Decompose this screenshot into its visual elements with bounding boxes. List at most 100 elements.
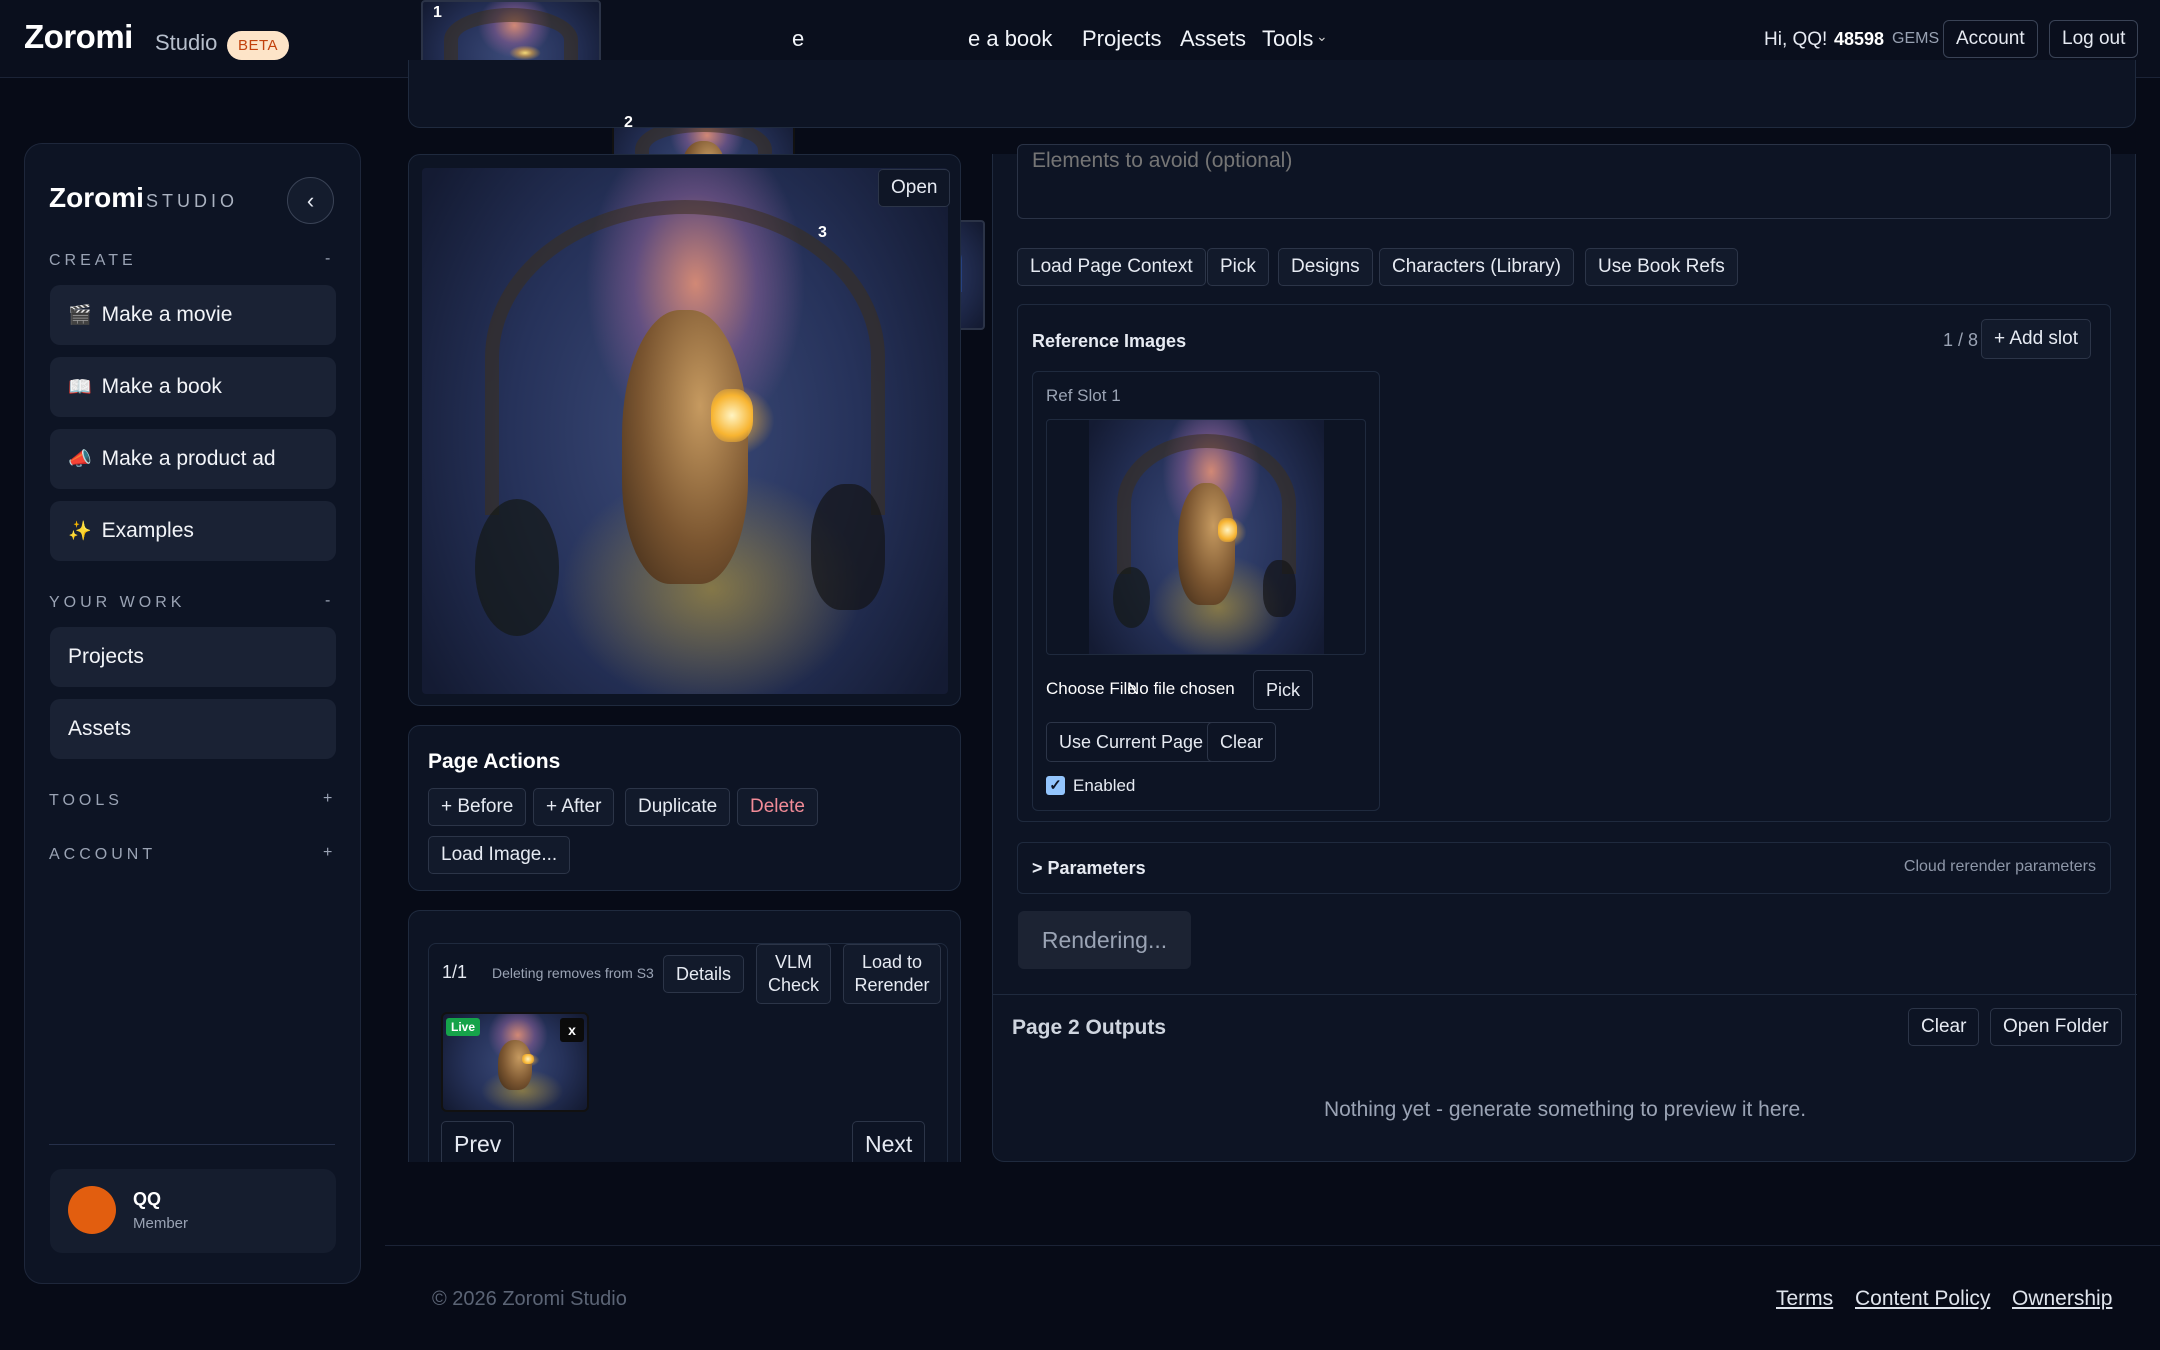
sidebar-item-label: Make a movie (101, 303, 233, 326)
logout-button[interactable]: Log out (2049, 20, 2139, 58)
outputs-empty-message: Nothing yet - generate something to prev… (1323, 1098, 1807, 1121)
insert-after-button[interactable]: + After (533, 788, 615, 826)
use-current-page-button[interactable]: Use Current Page (1046, 722, 1217, 762)
brand-logo[interactable]: Zoromi (24, 18, 133, 56)
ref-slot-1: Ref Slot 1 Choose File No file chosen Pi… (1032, 371, 1380, 811)
clapper-icon: 🎬 (68, 305, 92, 326)
next-button[interactable]: Next (852, 1121, 926, 1162)
megaphone-icon: 📣 (68, 449, 92, 470)
elements-to-avoid-field[interactable] (1017, 144, 2111, 219)
open-image-button[interactable]: Open (878, 169, 951, 207)
outputs-divider (993, 994, 2137, 995)
sidebar-item-projects[interactable]: Projects (50, 627, 336, 687)
slot-count: 1 / 8 (1943, 330, 1979, 350)
parameters-hint: Cloud rerender parameters (1903, 858, 2096, 875)
section-tools: TOOLS (49, 792, 123, 809)
sidebar-item-make-a-movie[interactable]: 🎬 Make a movie (50, 285, 336, 345)
sidebar-logo: Zoromi (49, 182, 144, 213)
insert-before-button[interactable]: + Before (428, 788, 527, 826)
sidebar-item-make-a-product-ad[interactable]: 📣 Make a product ad (50, 429, 336, 489)
collapse-sidebar-button[interactable]: ‹ (287, 177, 334, 224)
thumbnail-number: 1 (433, 4, 442, 21)
book-icon: 📖 (68, 377, 92, 398)
create-collapse-toggle[interactable]: - (325, 250, 334, 268)
user-role: Member (133, 1215, 189, 1232)
page-preview-image[interactable] (422, 168, 948, 694)
live-badge: Live (446, 1018, 481, 1036)
sidebar-item-label: Examples (101, 519, 194, 542)
duplicate-button[interactable]: Duplicate (625, 788, 731, 826)
choose-file-button[interactable]: Choose File (1046, 679, 1137, 699)
account-button[interactable]: Account (1943, 20, 2038, 58)
render-panel: Load Page Context Pick Designs Character… (992, 144, 2137, 1162)
nav-assets[interactable]: Assets (1180, 26, 1246, 52)
user-card[interactable]: QQ Member (50, 1169, 336, 1253)
tools-expand-toggle[interactable]: + (323, 790, 332, 808)
nav-projects[interactable]: Projects (1082, 26, 1161, 52)
page-actions-title: Page Actions (428, 750, 561, 773)
parameters-toggle[interactable]: > Parameters (1032, 858, 1146, 879)
section-your-work: YOUR WORK (49, 594, 186, 611)
sidebar: Zoromi STUDIO ‹ CREATE - 🎬 Make a movie 📖… (24, 143, 361, 1284)
nav-tools[interactable]: Tools (1262, 26, 1313, 52)
open-folder-button[interactable]: Open Folder (1990, 1008, 2122, 1046)
footer-divider (385, 1245, 2160, 1246)
brand-studio: Studio (155, 30, 218, 55)
ref-pick-button[interactable]: Pick (1253, 670, 1314, 710)
terms-link[interactable]: Terms (1776, 1287, 1833, 1311)
load-image-button[interactable]: Load Image... (428, 836, 571, 874)
nav-make-a-movie[interactable]: e (792, 26, 804, 52)
gems-unit: GEMS (1892, 30, 1940, 47)
sidebar-studio: STUDIO (146, 191, 239, 211)
sidebar-divider (49, 1144, 335, 1145)
sidebar-item-label: Projects (68, 645, 144, 668)
nav-make-a-book[interactable]: e a book (968, 26, 1052, 52)
pick-button[interactable]: Pick (1207, 248, 1269, 286)
sidebar-item-label: Assets (68, 717, 132, 740)
chevron-down-icon[interactable]: ⌄ (1316, 28, 1328, 45)
avatar (68, 1186, 116, 1234)
designs-button[interactable]: Designs (1278, 248, 1373, 286)
your-work-collapse-toggle[interactable]: - (325, 592, 334, 610)
parameters-section[interactable]: > Parameters Cloud rerender parameters (1017, 842, 2111, 894)
rendering-button[interactable]: Rendering... (1018, 911, 1191, 969)
delete-note: Deleting removes from S3 (492, 965, 654, 981)
sidebar-item-examples[interactable]: ✨ Examples (50, 501, 336, 561)
content-policy-link[interactable]: Content Policy (1855, 1287, 1990, 1311)
sidebar-item-make-a-book[interactable]: 📖 Make a book (50, 357, 336, 417)
enabled-label: Enabled (1073, 776, 1136, 795)
enabled-checkbox[interactable]: ✓ (1046, 776, 1065, 795)
version-count: 1/1 (442, 962, 468, 982)
prev-button[interactable]: Prev (441, 1121, 515, 1162)
user-name: QQ (133, 1189, 162, 1209)
section-account: ACCOUNT (49, 846, 157, 863)
details-button[interactable]: Details (663, 955, 745, 993)
chevron-left-icon: ‹ (306, 187, 315, 213)
thumbnail-number: 2 (624, 114, 633, 131)
ownership-link[interactable]: Ownership (2012, 1287, 2112, 1311)
delete-button[interactable]: Delete (737, 788, 818, 826)
sparkles-icon: ✨ (68, 521, 92, 542)
page-actions-panel: Page Actions + Before + After Duplicate … (408, 725, 961, 891)
add-slot-button[interactable]: + Add slot (1981, 319, 2091, 359)
ref-image-frame (1046, 419, 1366, 655)
characters-library-button[interactable]: Characters (Library) (1379, 248, 1574, 286)
account-expand-toggle[interactable]: + (323, 844, 332, 862)
load-to-rerender-button[interactable]: Load to Rerender (843, 944, 941, 1004)
ref-slot-title: Ref Slot 1 (1046, 386, 1121, 405)
reference-images-section: Reference Images 1 / 8 + Add slot Ref Sl… (1017, 304, 2111, 822)
outputs-clear-button[interactable]: Clear (1908, 1008, 1980, 1046)
vlm-check-button[interactable]: VLM Check (756, 944, 831, 1004)
load-page-context-button[interactable]: Load Page Context (1017, 248, 1206, 286)
remove-version-button[interactable]: x (560, 1018, 584, 1042)
beta-badge: BETA (227, 31, 290, 60)
ref-image (1089, 420, 1324, 654)
sidebar-item-assets[interactable]: Assets (50, 699, 336, 759)
gems-count: 48598 (1834, 29, 1885, 49)
copyright: © 2026 Zoromi Studio (432, 1288, 627, 1310)
ref-clear-button[interactable]: Clear (1207, 722, 1277, 762)
page-preview-panel: Open (408, 154, 961, 706)
use-book-refs-button[interactable]: Use Book Refs (1585, 248, 1738, 286)
reference-images-title: Reference Images (1032, 331, 1187, 351)
page-strip (408, 60, 2136, 128)
